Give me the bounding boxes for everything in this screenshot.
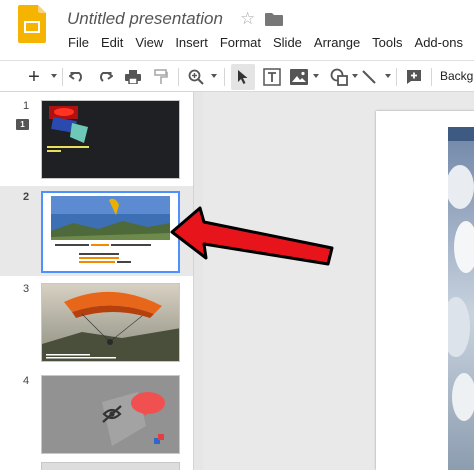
slide-number: 2 — [23, 191, 30, 203]
line-dropdown-icon[interactable] — [385, 74, 391, 78]
zoom-icon[interactable] — [185, 64, 207, 90]
slide-number: 4 — [23, 375, 30, 387]
line-icon[interactable] — [358, 64, 380, 90]
slide-thumbnail-5[interactable] — [41, 462, 180, 470]
presentation-title[interactable]: Untitled presentation — [67, 9, 223, 29]
image-icon[interactable] — [288, 64, 310, 90]
new-slide-dropdown-icon[interactable] — [51, 74, 57, 78]
menu-insert[interactable]: Insert — [169, 34, 214, 54]
menu-add-ons[interactable]: Add-ons — [409, 34, 469, 54]
slide-3-preview-image — [42, 284, 179, 361]
toolbar: + — [0, 60, 474, 92]
slide-thumbnail-4[interactable] — [41, 375, 180, 454]
toolbar-divider — [396, 68, 397, 86]
menu-slide[interactable]: Slide — [267, 34, 308, 54]
app-header: Untitled presentation ☆ File Edit View I… — [0, 0, 474, 60]
shape-icon[interactable] — [328, 64, 350, 90]
menu-view[interactable]: View — [129, 34, 169, 54]
print-icon[interactable] — [123, 64, 143, 90]
toolbar-divider — [62, 68, 63, 86]
undo-icon[interactable] — [67, 64, 87, 90]
slide-number: 3 — [23, 283, 30, 295]
text-box-icon[interactable] — [261, 64, 283, 90]
slide-4-preview-image — [42, 376, 179, 453]
slide-1-preview-image — [42, 101, 179, 178]
folder-icon[interactable] — [265, 12, 283, 26]
menu-edit[interactable]: Edit — [95, 34, 129, 54]
slide-number: 1 — [23, 100, 30, 112]
star-icon[interactable]: ☆ — [240, 9, 255, 29]
image-dropdown-icon[interactable] — [313, 74, 319, 78]
slide-thumbnail-3[interactable] — [41, 283, 180, 362]
comment-indicator-icon[interactable]: 1 — [16, 119, 29, 130]
filmstrip-scrollbar[interactable] — [193, 92, 203, 470]
new-slide-button[interactable]: + — [24, 64, 44, 90]
paint-format-icon[interactable] — [151, 64, 171, 90]
toolbar-divider — [224, 68, 225, 86]
slide-photo[interactable] — [448, 127, 474, 470]
menu-tools[interactable]: Tools — [366, 34, 408, 54]
menu-file[interactable]: File — [62, 34, 95, 54]
menu-arrange[interactable]: Arrange — [308, 34, 366, 54]
add-comment-icon[interactable] — [403, 64, 425, 90]
redo-icon[interactable] — [95, 64, 115, 90]
google-slides-logo-icon[interactable] — [18, 5, 46, 43]
select-icon[interactable] — [231, 64, 255, 90]
slide-2-preview-image — [43, 193, 178, 271]
zoom-dropdown-icon[interactable] — [211, 74, 217, 78]
menu-format[interactable]: Format — [214, 34, 267, 54]
toolbar-divider — [178, 68, 179, 86]
background-button[interactable]: Backgr — [440, 69, 474, 83]
slide-thumbnail-2[interactable] — [41, 191, 180, 273]
menu-bar: File Edit View Insert Format Slide Arran… — [62, 34, 469, 54]
toolbar-divider — [431, 68, 432, 86]
slide-thumbnail-1[interactable] — [41, 100, 180, 179]
